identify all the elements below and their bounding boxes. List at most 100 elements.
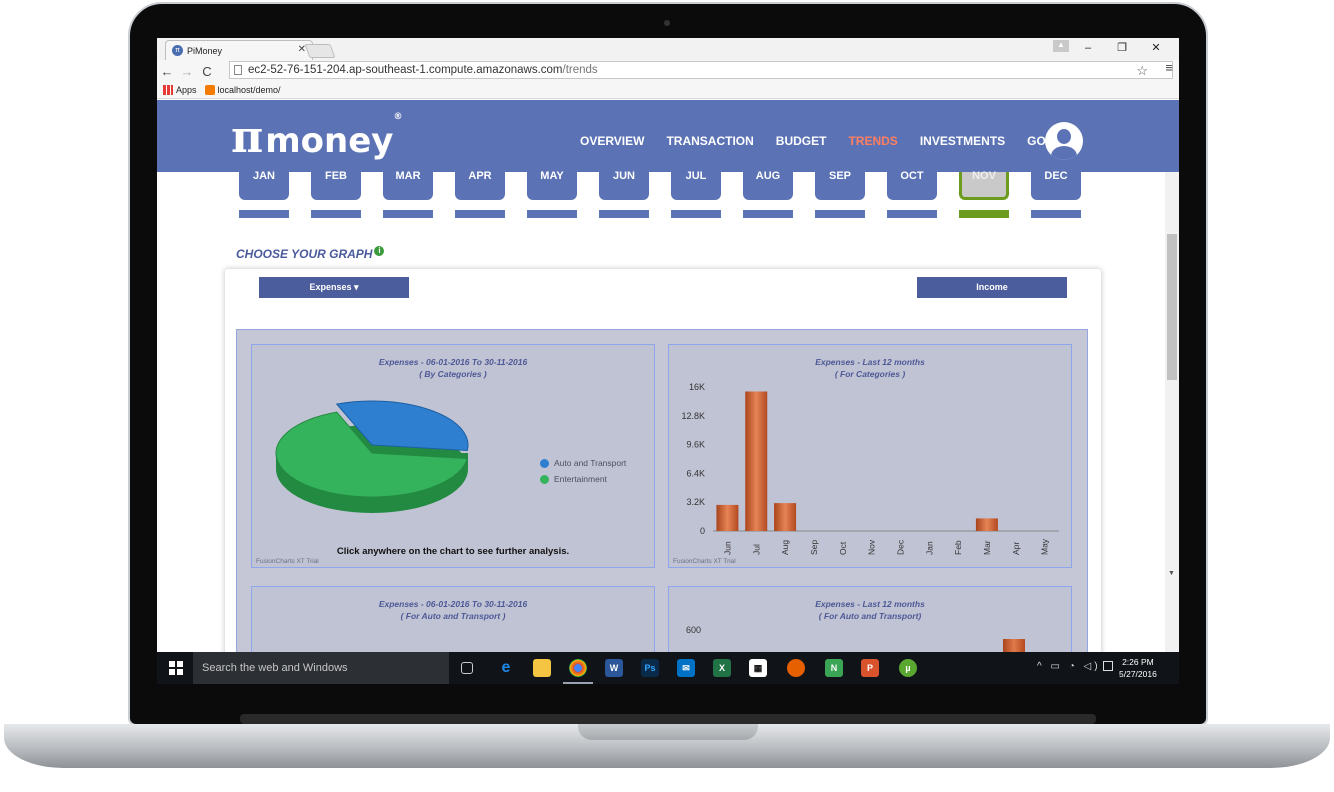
main-nav: OVERVIEW TRANSACTION BUDGET TRENDS INVES… xyxy=(580,134,1070,148)
bookmarks-bar: Apps localhost/demo/ xyxy=(157,82,1179,99)
nav-transaction[interactable]: TRANSACTION xyxy=(666,134,753,148)
income-button[interactable]: Income xyxy=(917,277,1067,298)
legend-swatch-icon xyxy=(540,458,549,468)
minimize-icon[interactable]: – xyxy=(1071,40,1105,56)
month-button-nov[interactable]: NOV xyxy=(959,171,1009,200)
new-tab-button[interactable] xyxy=(304,44,336,58)
nav-budget[interactable]: BUDGET xyxy=(776,134,827,148)
browser-toolbar: ← → C ec2-52-76-151-204.ap-southeast-1.c… xyxy=(157,60,1179,82)
x-tick-label: Sep xyxy=(809,540,819,555)
windows-start-icon[interactable] xyxy=(169,661,183,675)
pimoney-logo[interactable]: πmoney® xyxy=(231,112,402,163)
scroll-down-icon[interactable]: ▼ xyxy=(1168,570,1175,577)
url-host: ec2-52-76-151-204.ap-southeast-1.compute… xyxy=(248,64,563,76)
legend-item[interactable]: Auto and Transport xyxy=(540,458,626,468)
x-tick-label: Nov xyxy=(867,539,877,555)
avatar-body xyxy=(1051,146,1077,160)
browser-menu-icon[interactable]: ≡ xyxy=(1165,60,1173,75)
bookmark-label: Apps xyxy=(176,85,197,95)
x-tick-label: May xyxy=(1040,538,1050,555)
month-button-feb[interactable]: FEB xyxy=(311,171,361,200)
bar-aug[interactable] xyxy=(774,503,797,531)
month-button-may[interactable]: MAY xyxy=(527,171,577,200)
month-button-jan[interactable]: JAN xyxy=(239,171,289,200)
pi-logo-icon: π xyxy=(231,112,264,163)
month-button-jul[interactable]: JUL xyxy=(671,171,721,200)
bar-jun[interactable] xyxy=(716,504,739,531)
month-button-apr[interactable]: APR xyxy=(455,171,505,200)
month-button-mar[interactable]: MAR xyxy=(383,171,433,200)
scrollbar-thumb[interactable] xyxy=(1167,234,1177,380)
bar-mar[interactable] xyxy=(975,518,998,531)
url-path: /trends xyxy=(562,64,598,76)
bar-jul[interactable] xyxy=(745,391,768,532)
user-avatar-icon[interactable] xyxy=(1045,122,1083,160)
month-indicator xyxy=(887,210,937,218)
excel-icon[interactable]: X xyxy=(713,659,731,677)
pie-svg xyxy=(275,400,469,513)
info-icon[interactable]: i xyxy=(374,246,385,256)
month-button-aug[interactable]: AUG xyxy=(743,171,793,200)
back-icon[interactable]: ← xyxy=(157,64,177,79)
legend-item[interactable]: Entertainment xyxy=(540,474,607,484)
nav-trends[interactable]: TRENDS xyxy=(848,134,897,148)
y-tick-label: 12.8K xyxy=(681,411,705,421)
bookmark-star-icon[interactable]: ☆ xyxy=(1136,63,1148,79)
x-tick-label: Jun xyxy=(722,541,732,555)
xampp-icon xyxy=(204,85,215,95)
month-indicator xyxy=(527,210,577,218)
close-window-icon[interactable]: ✕ xyxy=(1139,40,1173,56)
nav-overview[interactable]: OVERVIEW xyxy=(580,134,644,148)
month-button-sep[interactable]: SEP xyxy=(815,171,865,200)
browser-tab-bar: π PiMoney ✕ ▲ – ❐ ✕ xyxy=(157,38,1179,60)
reload-icon[interactable]: C xyxy=(197,64,217,79)
clock-date: 5/27/2016 xyxy=(1119,669,1157,679)
month-indicator xyxy=(599,210,649,218)
expenses-bar-chart[interactable]: Expenses - Last 12 months ( For Categori… xyxy=(668,344,1072,568)
chart-subtitle: ( For Auto and Transport ) xyxy=(400,611,506,621)
expenses-pie-chart[interactable]: Expenses - 06-01-2016 To 30-11-2016 ( By… xyxy=(251,344,655,568)
month-indicator xyxy=(671,210,721,218)
pimoney-favicon-icon: π xyxy=(172,45,183,56)
powerpoint-icon[interactable]: P xyxy=(861,659,879,677)
taskbar-clock[interactable]: 2:26 PM 5/27/2016 xyxy=(1119,656,1157,680)
firefox-icon[interactable] xyxy=(787,659,805,677)
laptop-hinge xyxy=(240,714,1096,724)
choose-graph-title: CHOOSE YOUR GRAPH i xyxy=(236,246,385,261)
file-explorer-icon[interactable] xyxy=(533,659,551,677)
x-tick-label: Jul xyxy=(751,544,761,555)
utorrent-icon[interactable]: µ xyxy=(899,659,917,677)
address-bar[interactable]: ec2-52-76-151-204.ap-southeast-1.compute… xyxy=(229,61,1173,79)
outlook-icon[interactable]: ✉ xyxy=(677,659,695,677)
month-button-dec[interactable]: DEC xyxy=(1031,171,1081,200)
profile-icon[interactable]: ▲ xyxy=(1053,40,1069,52)
month-button-jun[interactable]: JUN xyxy=(599,171,649,200)
nav-investments[interactable]: INVESTMENTS xyxy=(920,134,1005,148)
browser-tab[interactable]: π PiMoney ✕ xyxy=(165,40,313,60)
tab-title: PiMoney xyxy=(187,45,223,56)
forward-icon[interactable]: → xyxy=(177,64,197,79)
store-icon[interactable]: ▦ xyxy=(749,659,767,677)
maximize-icon[interactable]: ❐ xyxy=(1105,40,1139,56)
bookmark-localhost[interactable]: localhost/demo/ xyxy=(204,85,281,95)
month-button-oct[interactable]: OCT xyxy=(887,171,937,200)
taskbar-search[interactable]: Search the web and Windows xyxy=(193,652,449,684)
y-tick-label: 9.6K xyxy=(686,440,705,450)
legend-label: Entertainment xyxy=(554,474,607,484)
action-center-icon[interactable] xyxy=(1103,661,1113,671)
expenses-dropdown-button[interactable]: Expenses ▾ xyxy=(259,277,409,298)
screen: π PiMoney ✕ ▲ – ❐ ✕ ← → C ec2-52-76-151-… xyxy=(157,38,1179,684)
photoshop-icon[interactable]: Ps xyxy=(641,659,659,677)
expenses-label: Expenses xyxy=(309,282,352,292)
y-tick-label: 0 xyxy=(700,526,705,536)
bookmark-apps[interactable]: Apps xyxy=(163,85,197,95)
task-view-icon[interactable] xyxy=(461,662,473,674)
chrome-icon[interactable] xyxy=(563,659,593,684)
legend-swatch-icon xyxy=(540,474,549,484)
system-tray[interactable]: ^ ▭ ◔ ◁) xyxy=(1037,661,1101,672)
sheets-icon[interactable]: N xyxy=(825,659,843,677)
choose-graph-label: CHOOSE YOUR GRAPH xyxy=(236,247,373,261)
chart-title: Expenses - Last 12 months xyxy=(815,599,925,609)
edge-icon[interactable]: e xyxy=(497,659,515,677)
word-icon[interactable]: W xyxy=(605,659,623,677)
